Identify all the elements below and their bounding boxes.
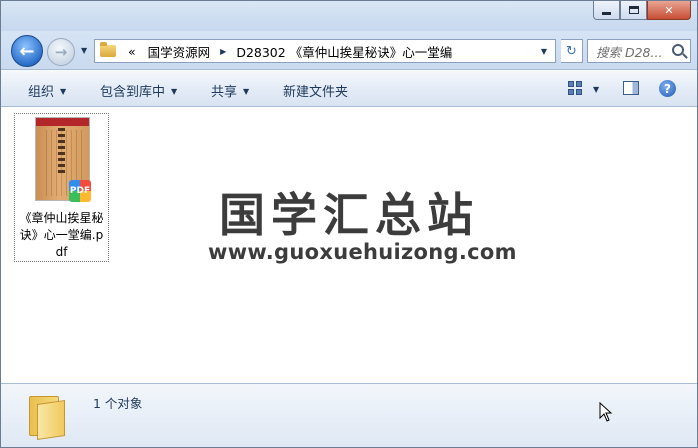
forward-arrow-icon: → bbox=[54, 43, 68, 61]
watermark-url: www.guoxuehuizong.com bbox=[208, 240, 517, 264]
pdf-file-icon: PDF bbox=[69, 180, 91, 202]
search-box[interactable]: 搜索 D28... bbox=[587, 39, 691, 63]
recent-locations-dropdown[interactable]: ▼ bbox=[81, 46, 87, 55]
minimize-button[interactable] bbox=[593, 1, 620, 20]
address-dropdown-icon[interactable]: ▼ bbox=[541, 47, 547, 56]
organize-label: 组织 bbox=[28, 85, 55, 100]
chevron-down-icon: ▼ bbox=[171, 87, 178, 96]
refresh-button[interactable]: ↻ bbox=[561, 39, 583, 63]
include-in-library-label: 包含到库中 bbox=[100, 85, 166, 100]
breadcrumb-item[interactable]: 国学资源网 bbox=[148, 42, 211, 61]
view-options-dropdown[interactable]: ▼ bbox=[593, 85, 599, 94]
forward-button[interactable]: → bbox=[47, 38, 75, 66]
breadcrumb-overflow[interactable]: « bbox=[128, 44, 136, 59]
address-bar[interactable]: « 国学资源网 ▶ D28302 《章仲山挨星秘诀》心一堂编 ▼ bbox=[94, 39, 556, 63]
chevron-down-icon: ▼ bbox=[243, 87, 250, 96]
search-input[interactable]: 搜索 D28... bbox=[596, 42, 666, 61]
file-item-pdf[interactable]: PDF 《章仲山挨星秘诀》心一堂编.pdf bbox=[14, 113, 109, 262]
explorer-window: ✕ ← → ▼ « 国学资源网 ▶ D28302 《章仲山挨星秘诀》心一堂编 ▼… bbox=[0, 0, 698, 448]
share-label: 共享 bbox=[211, 85, 238, 100]
navigation-bar: ← → ▼ « 国学资源网 ▶ D28302 《章仲山挨星秘诀》心一堂编 ▼ ↻… bbox=[1, 31, 697, 69]
breadcrumb-separator-icon[interactable]: ▶ bbox=[220, 47, 226, 56]
watermark-title: 国学汇总站 bbox=[219, 188, 479, 242]
file-list-area[interactable]: PDF 《章仲山挨星秘诀》心一堂编.pdf 国学汇总站 www.guoxuehu… bbox=[1, 107, 697, 383]
maximize-button[interactable] bbox=[620, 1, 647, 20]
chevron-down-icon: ▼ bbox=[60, 87, 67, 96]
new-folder-label: 新建文件夹 bbox=[283, 85, 349, 100]
search-icon[interactable] bbox=[672, 44, 684, 56]
folder-icon bbox=[100, 42, 116, 57]
folder-icon bbox=[29, 392, 69, 440]
breadcrumb-item-current[interactable]: D28302 《章仲山挨星秘诀》心一堂编 bbox=[236, 42, 452, 61]
preview-pane-icon[interactable] bbox=[623, 81, 639, 95]
new-folder-button[interactable]: 新建文件夹 bbox=[283, 81, 348, 100]
organize-menu[interactable]: 组织 ▼ bbox=[28, 81, 66, 100]
item-count-label: 1 个对象 bbox=[93, 396, 143, 411]
refresh-icon: ↻ bbox=[566, 43, 577, 59]
maximize-icon bbox=[628, 6, 639, 14]
details-pane: 1 个对象 bbox=[1, 383, 697, 447]
command-bar: 组织 ▼ 包含到库中 ▼ 共享 ▼ 新建文件夹 ▼ ? bbox=[1, 69, 697, 107]
help-icon[interactable]: ? bbox=[659, 80, 676, 97]
minimize-icon bbox=[602, 11, 611, 15]
back-button[interactable]: ← bbox=[11, 35, 43, 67]
back-arrow-icon: ← bbox=[19, 40, 35, 62]
title-bar[interactable]: ✕ bbox=[1, 1, 697, 31]
include-in-library-menu[interactable]: 包含到库中 ▼ bbox=[100, 81, 177, 100]
view-options-icon[interactable] bbox=[568, 81, 582, 95]
file-name-label: 《章仲山挨星秘诀》心一堂编.pdf bbox=[19, 211, 104, 259]
caption-buttons: ✕ bbox=[593, 1, 691, 20]
share-menu[interactable]: 共享 ▼ bbox=[211, 81, 249, 100]
close-button[interactable]: ✕ bbox=[647, 1, 691, 20]
